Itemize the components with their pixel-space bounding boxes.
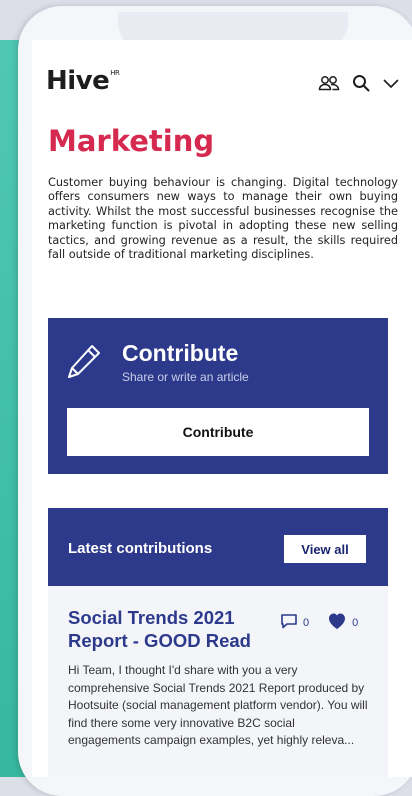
view-all-button[interactable]: View all	[284, 535, 366, 563]
comments-count: 0	[303, 616, 310, 629]
article-title-link[interactable]: Social Trends 2021 Report - GOOD Read	[68, 606, 283, 652]
latest-contributions-panel: Latest contributions View all	[48, 508, 388, 586]
logo-superscript: HR	[110, 69, 120, 77]
page-intro-text: Customer buying behaviour is changing. D…	[48, 176, 398, 262]
hive-logo[interactable]: HiveHR	[46, 66, 120, 96]
users-icon[interactable]	[318, 75, 340, 91]
article-excerpt: Hi Team, I thought I'd share with you a …	[68, 663, 368, 747]
contribute-title: Contribute	[122, 340, 239, 366]
page-title: Marketing	[48, 124, 215, 158]
contribute-subtitle: Share or write an article	[122, 370, 249, 384]
logo-text: Hive	[46, 66, 110, 96]
chevron-down-icon[interactable]	[382, 77, 400, 89]
likes-count: 0	[352, 616, 359, 629]
contribute-button[interactable]: Contribute	[67, 408, 369, 456]
article-card: Social Trends 2021 Report - GOOD Read 0 …	[48, 586, 388, 777]
contribute-panel: Contribute Share or write an article Con…	[48, 318, 388, 474]
app-header: HiveHR	[32, 40, 412, 130]
pencil-icon	[65, 342, 103, 387]
comment-icon[interactable]	[280, 613, 298, 632]
latest-contributions-title: Latest contributions	[68, 540, 213, 557]
header-actions	[318, 74, 400, 92]
article-meta: 0 0	[280, 612, 358, 633]
heart-icon[interactable]	[327, 612, 347, 633]
app-screen: HiveHR Marketing Customer buying behavio…	[32, 40, 412, 777]
search-icon[interactable]	[352, 74, 370, 92]
